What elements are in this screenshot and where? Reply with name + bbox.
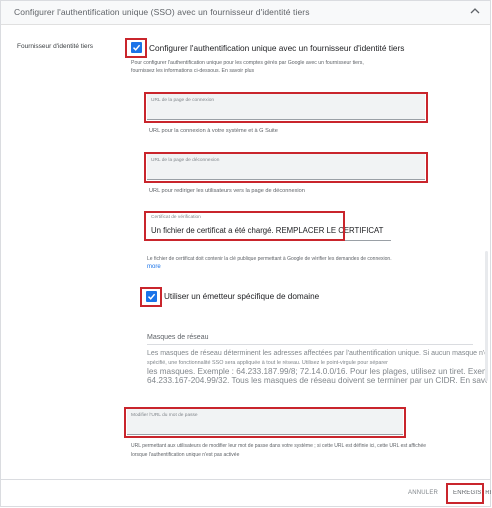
section-title: Configurer l'authentification unique (SS… [14,7,310,17]
sso-help-text: Pour configurer l'authentification uniqu… [131,60,364,66]
sso-checkbox-label: Configurer l'authentification unique ave… [149,43,405,53]
cancel-button[interactable]: ANNULER [408,490,438,496]
chevron-up-icon[interactable] [470,7,480,15]
issuer-checkbox-label: Utiliser un émetteur spécifique de domai… [164,292,320,301]
scrollbar[interactable] [485,251,488,381]
highlight-login-url [144,92,428,123]
highlight-logout-url [144,152,428,183]
change-password-help-2: lorsque l'authentification unique n'est … [131,452,240,458]
netmasks-divider [147,344,473,345]
footer-divider [1,479,490,480]
logout-url-help: URL pour rediriger les utilisateurs vers… [149,188,305,194]
netmasks-line-3: les masques. Exemple : 64.233.187.99/8; … [147,366,487,376]
issuer-checkbox[interactable] [146,291,157,302]
highlight-save-button [446,483,484,504]
sso-help-text-2: fournissez les informations ci-dessous. … [131,68,255,74]
check-icon [132,44,141,51]
sso-settings-panel: Configurer l'authentification unique (SS… [0,0,491,507]
sso-checkbox[interactable] [131,42,142,53]
check-icon [147,293,156,300]
login-url-help: URL pour la connexion à votre système et… [149,128,278,134]
netmasks-line-1: Les masques de réseau déterminent les ad… [147,350,487,357]
certificate-help: Le fichier de certificat doit contenir l… [147,256,392,262]
netmasks-line-4: 64.233.167-204.99/32. Tous les masques d… [147,376,487,385]
provider-section-label: Fournisseur d'identité tiers [17,43,94,50]
highlight-certificate [144,211,345,241]
section-header[interactable]: Configurer l'authentification unique (SS… [1,1,490,25]
change-password-help: URL permettant aux utilisateurs de modif… [131,443,427,449]
highlight-change-password-url [124,407,406,438]
netmasks-input[interactable]: Les masques de réseau déterminent les ad… [147,349,487,386]
certificate-more-link[interactable]: more [147,264,161,270]
netmasks-line-2: spécifié, une fonctionnalité SSO sera ap… [147,359,388,366]
netmasks-heading: Masques de réseau [147,334,209,341]
